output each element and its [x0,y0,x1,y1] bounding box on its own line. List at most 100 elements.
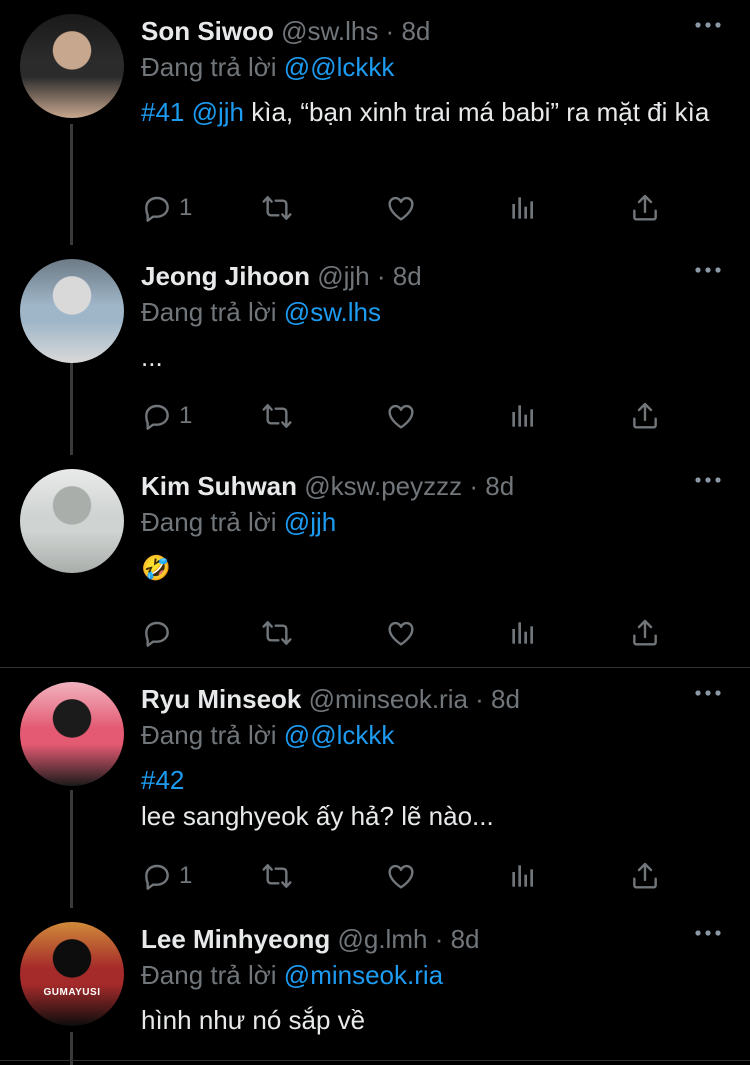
views-button[interactable] [507,615,539,651]
tweet-text: hình như nó sắp về [141,1002,730,1038]
replying-to-label: Đang trả lời [141,960,277,990]
avatar-jersey-text: GUMAYUSI [43,987,101,998]
reply-mention-link[interactable]: @@lckkk [284,720,395,750]
more-dots-icon[interactable] [694,686,722,698]
more-dots-icon[interactable] [694,473,722,485]
views-button[interactable] [507,858,539,894]
tweet[interactable]: GUMAYUSI Lee Minhyeong @g.lmh · 8d Đang tr… [0,908,750,1065]
views-button[interactable] [507,398,539,434]
tweet-header: Son Siwoo @sw.lhs · 8d [141,14,730,48]
replying-to-label: Đang trả lời [141,720,277,750]
separator-dot: · [467,684,492,714]
like-button[interactable] [385,190,417,226]
analytics-icon [507,617,539,649]
reply-mention-link[interactable]: @minseok.ria [284,960,443,990]
hashtag-link[interactable]: #42 [141,765,184,795]
heart-icon [385,617,417,649]
user-handle[interactable]: @sw.lhs [281,16,378,46]
analytics-icon [507,192,539,224]
display-name[interactable]: Ryu Minseok [141,684,301,714]
comment-icon [141,860,173,892]
replying-to-label: Đang trả lời [141,507,277,537]
display-name[interactable]: Kim Suhwan [141,471,297,501]
tweet-text-span: hình như nó sắp về [141,1005,366,1035]
avatar[interactable] [20,469,124,573]
tweet-text-span: kìa, “bạn xinh trai má babi” ra mặt đi k… [244,97,710,127]
separator-dot: · [427,924,451,954]
tweet[interactable]: Jeong Jihoon @jjh · 8d Đang trả lời @sw.l… [0,245,750,455]
tweet[interactable]: Ryu Minseok @minseok.ria · 8d Đang trả lờ… [0,668,750,908]
user-handle[interactable]: @minseok.ria [309,684,468,714]
views-button[interactable] [507,190,539,226]
bottom-divider [0,1060,750,1061]
tweet-content: Ryu Minseok @minseok.ria · 8d Đang trả lờ… [141,682,730,834]
timestamp[interactable]: 8d [485,471,514,501]
replying-to: Đang trả lời @sw.lhs [141,295,730,329]
share-button[interactable] [629,190,661,226]
retweet-button[interactable] [261,398,293,434]
reply-count: 1 [179,402,193,429]
more-dots-icon[interactable] [694,263,722,275]
more-dots-icon[interactable] [694,926,722,938]
reply-button[interactable]: 1 [141,398,192,434]
replying-to-label: Đang trả lời [141,297,277,327]
heart-icon [385,400,417,432]
tweet-header: Kim Suhwan @ksw.peyzzz · 8d [141,469,730,503]
more-dots-icon[interactable] [694,18,722,30]
replying-to-label: Đang trả lời [141,52,277,82]
tweet-header: Ryu Minseok @minseok.ria · 8d [141,682,730,716]
retweet-icon [261,192,293,224]
separator-dot: · [462,471,486,501]
reply-mention-link[interactable]: @jjh [284,507,336,537]
share-icon [629,192,661,224]
reply-button[interactable]: 1 [141,858,192,894]
replying-to: Đang trả lời @jjh [141,505,730,539]
share-icon [629,617,661,649]
retweet-button[interactable] [261,858,293,894]
reply-mention-link[interactable]: @@lckkk [284,52,395,82]
tweet-content: Lee Minhyeong @g.lmh · 8d Đang trả lời @m… [141,922,730,1038]
tweet-actions: 1 [141,858,660,894]
share-button[interactable] [629,398,661,434]
reply-mention-link[interactable]: @sw.lhs [284,297,381,327]
share-icon [629,860,661,892]
avatar[interactable] [20,682,124,786]
avatar[interactable]: GUMAYUSI [20,922,124,1026]
display-name[interactable]: Jeong Jihoon [141,261,310,291]
timestamp[interactable]: 8d [451,924,480,954]
timestamp[interactable]: 8d [401,16,430,46]
separator-dot: · [369,261,393,291]
tweet[interactable]: Kim Suhwan @ksw.peyzzz · 8d Đang trả lời … [0,455,750,667]
retweet-icon [261,400,293,432]
comment-icon [141,192,173,224]
retweet-button[interactable] [261,190,293,226]
conversation-divider [0,667,750,668]
separator-dot: · [378,16,402,46]
like-button[interactable] [385,858,417,894]
heart-icon [385,860,417,892]
avatar[interactable] [20,14,124,118]
timestamp[interactable]: 8d [393,261,422,291]
like-button[interactable] [385,615,417,651]
reply-count: 1 [179,194,193,221]
tweet-content: Son Siwoo @sw.lhs · 8d Đang trả lời @@lck… [141,14,730,130]
retweet-button[interactable] [261,615,293,651]
reply-button[interactable] [141,615,179,651]
like-button[interactable] [385,398,417,434]
share-button[interactable] [629,615,661,651]
display-name[interactable]: Lee Minhyeong [141,924,330,954]
user-handle[interactable]: @g.lmh [337,924,427,954]
tweet-actions: 1 [141,398,660,434]
avatar[interactable] [20,259,124,363]
tweet[interactable]: Son Siwoo @sw.lhs · 8d Đang trả lời @@lck… [0,0,750,245]
user-handle[interactable]: @jjh [317,261,369,291]
tweet-text: ... [141,339,730,375]
share-button[interactable] [629,858,661,894]
user-handle[interactable]: @ksw.peyzzz [304,471,462,501]
reply-button[interactable]: 1 [141,190,192,226]
display-name[interactable]: Son Siwoo [141,16,274,46]
timestamp[interactable]: 8d [491,684,520,714]
tweet-text: #41 @jjh kìa, “bạn xinh trai má babi” ra… [141,94,730,130]
retweet-icon [261,617,293,649]
hashtag-link[interactable]: #41 @jjh [141,97,244,127]
